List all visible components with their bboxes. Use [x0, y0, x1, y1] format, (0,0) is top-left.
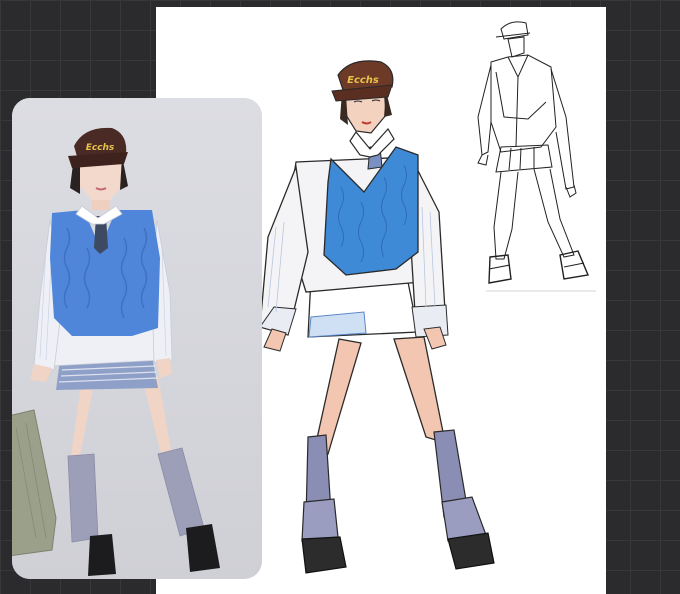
model-photo-icon: Ecchs [12, 98, 262, 579]
line-sketch-figure[interactable] [477, 21, 596, 292]
workspace-canvas[interactable]: Ecchs Ecchs [0, 0, 680, 594]
photo-hat-text: Ecchs [86, 143, 115, 153]
shoe-left-icon [301, 536, 347, 574]
shoe-right-icon [447, 532, 495, 570]
color-sketch-figure[interactable]: Ecchs [259, 60, 495, 574]
sock-left-icon [67, 453, 99, 543]
sketch-hat-text: Ecchs [347, 75, 379, 86]
shoe-left-icon [88, 534, 116, 576]
reference-photo[interactable]: Ecchs [12, 98, 262, 579]
